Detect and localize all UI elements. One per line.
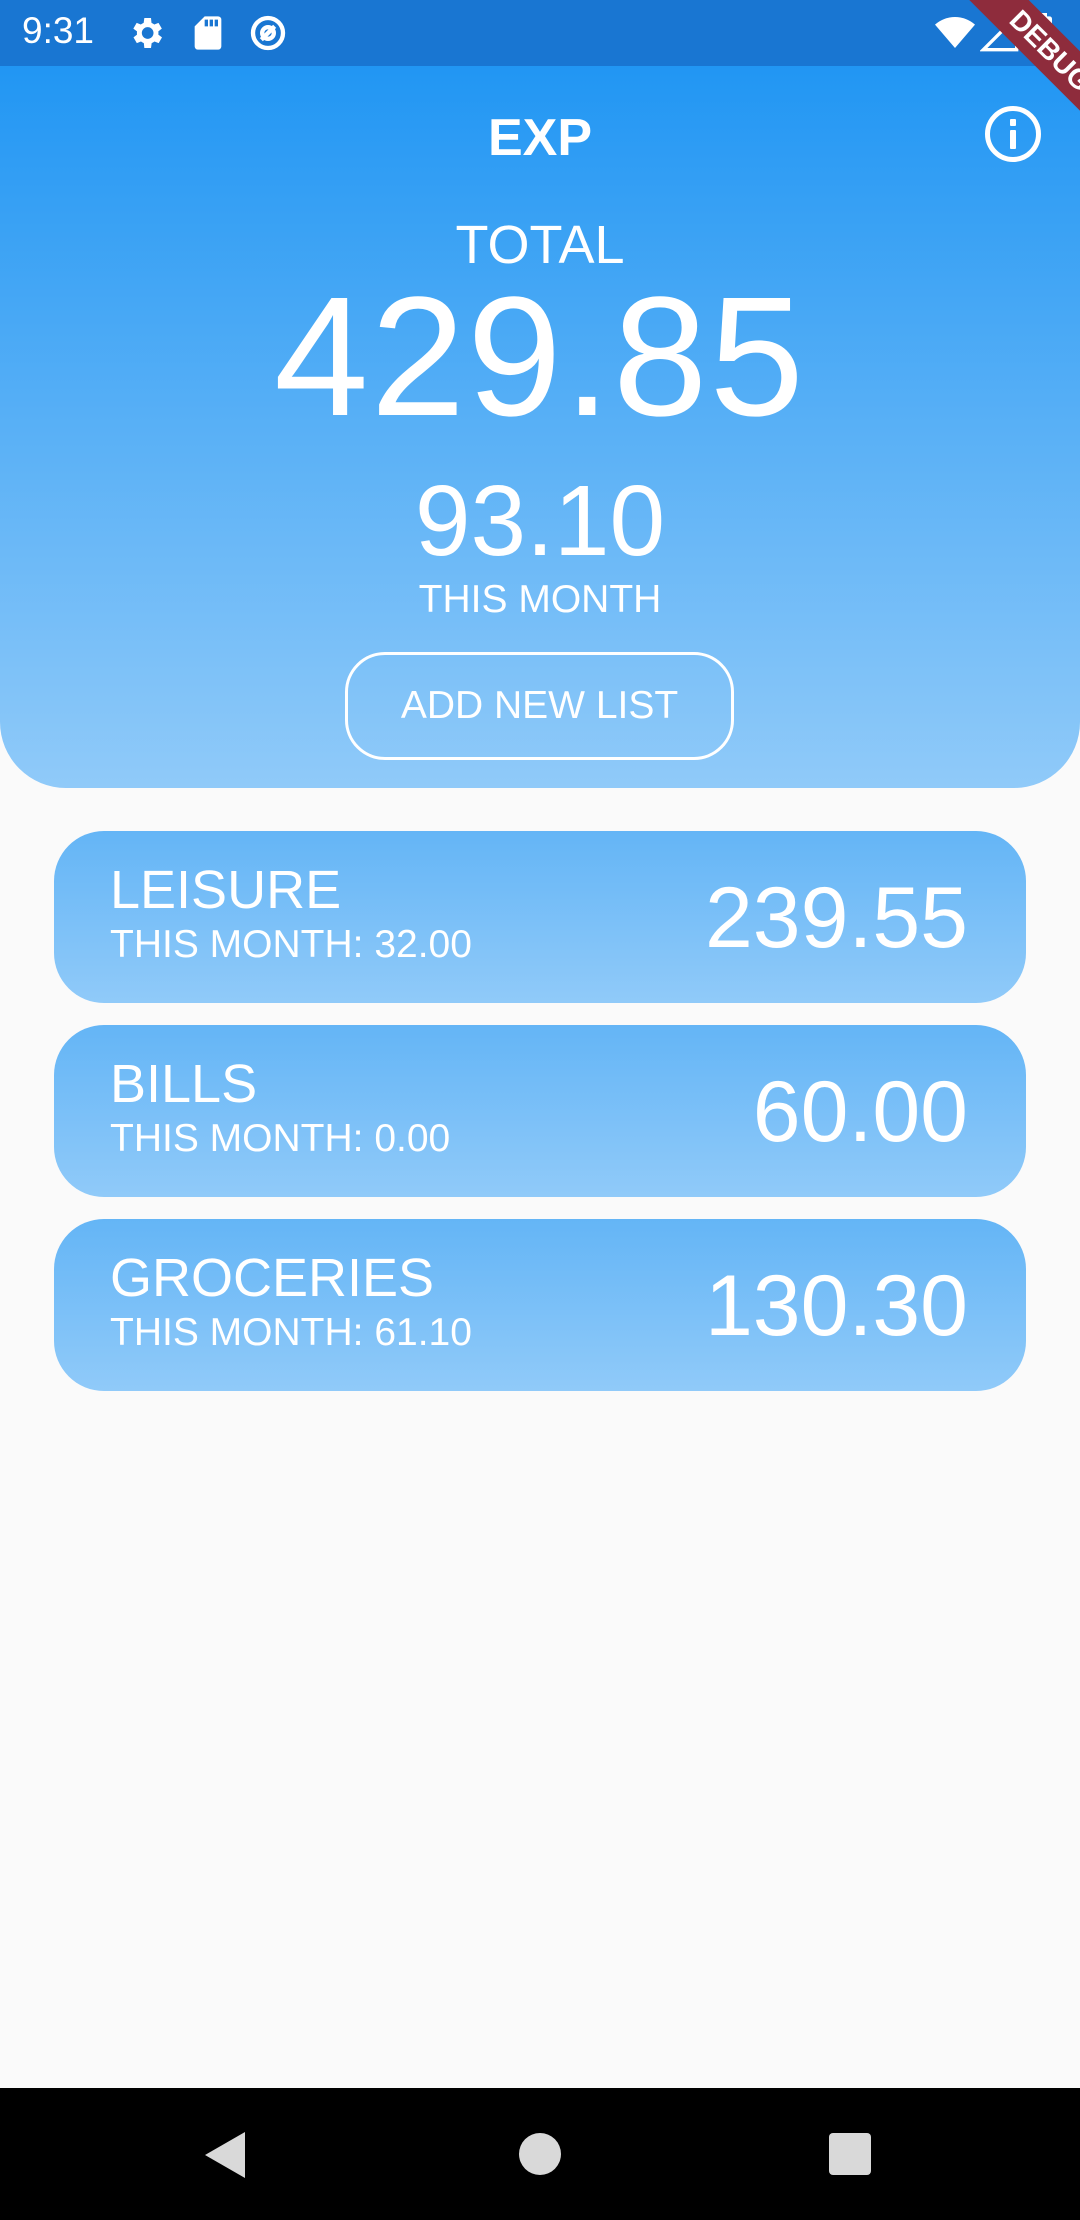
- month-label: THIS MONTH: [418, 578, 662, 621]
- summary-header: EXP TOTAL 429.85 93.10 THIS MONTH ADD NE…: [0, 66, 1080, 788]
- status-bar: 9:31: [0, 0, 1080, 66]
- recents-icon[interactable]: [829, 2133, 871, 2175]
- list-amount: 60.00: [752, 1064, 968, 1160]
- debug-banner: DEBUG: [940, 0, 1080, 140]
- list-name: LEISURE: [110, 860, 342, 920]
- back-icon[interactable]: [205, 2132, 245, 2178]
- debug-banner-label: DEBUG: [943, 0, 1080, 140]
- list-name: BILLS: [110, 1054, 258, 1114]
- list-name: GROCERIES: [110, 1248, 435, 1308]
- list-card-bills[interactable]: BILLS THIS MONTH: 0.00 60.00: [54, 1025, 1026, 1197]
- home-icon[interactable]: [519, 2133, 561, 2175]
- list-amount: 130.30: [704, 1258, 968, 1354]
- list-amount: 239.55: [704, 870, 968, 966]
- at-sync-icon: [248, 13, 288, 53]
- list-month-total: THIS MONTH: 0.00: [110, 1117, 451, 1160]
- month-value: 93.10: [414, 465, 666, 577]
- status-time: 9:31: [22, 10, 95, 51]
- list-month-total: THIS MONTH: 61.10: [110, 1311, 472, 1354]
- app-title: EXP: [487, 109, 593, 167]
- list-card-groceries[interactable]: GROCERIES THIS MONTH: 61.10 130.30: [54, 1219, 1026, 1391]
- add-new-list-button[interactable]: ADD NEW LIST: [345, 652, 734, 760]
- sd-card-icon: [188, 13, 228, 53]
- total-value: 429.85: [274, 262, 806, 452]
- list-card-leisure[interactable]: LEISURE THIS MONTH: 32.00 239.55: [54, 831, 1026, 1003]
- system-nav-bar: [0, 2088, 1080, 2220]
- list-month-total: THIS MONTH: 32.00: [110, 923, 472, 966]
- gear-icon: [126, 13, 166, 53]
